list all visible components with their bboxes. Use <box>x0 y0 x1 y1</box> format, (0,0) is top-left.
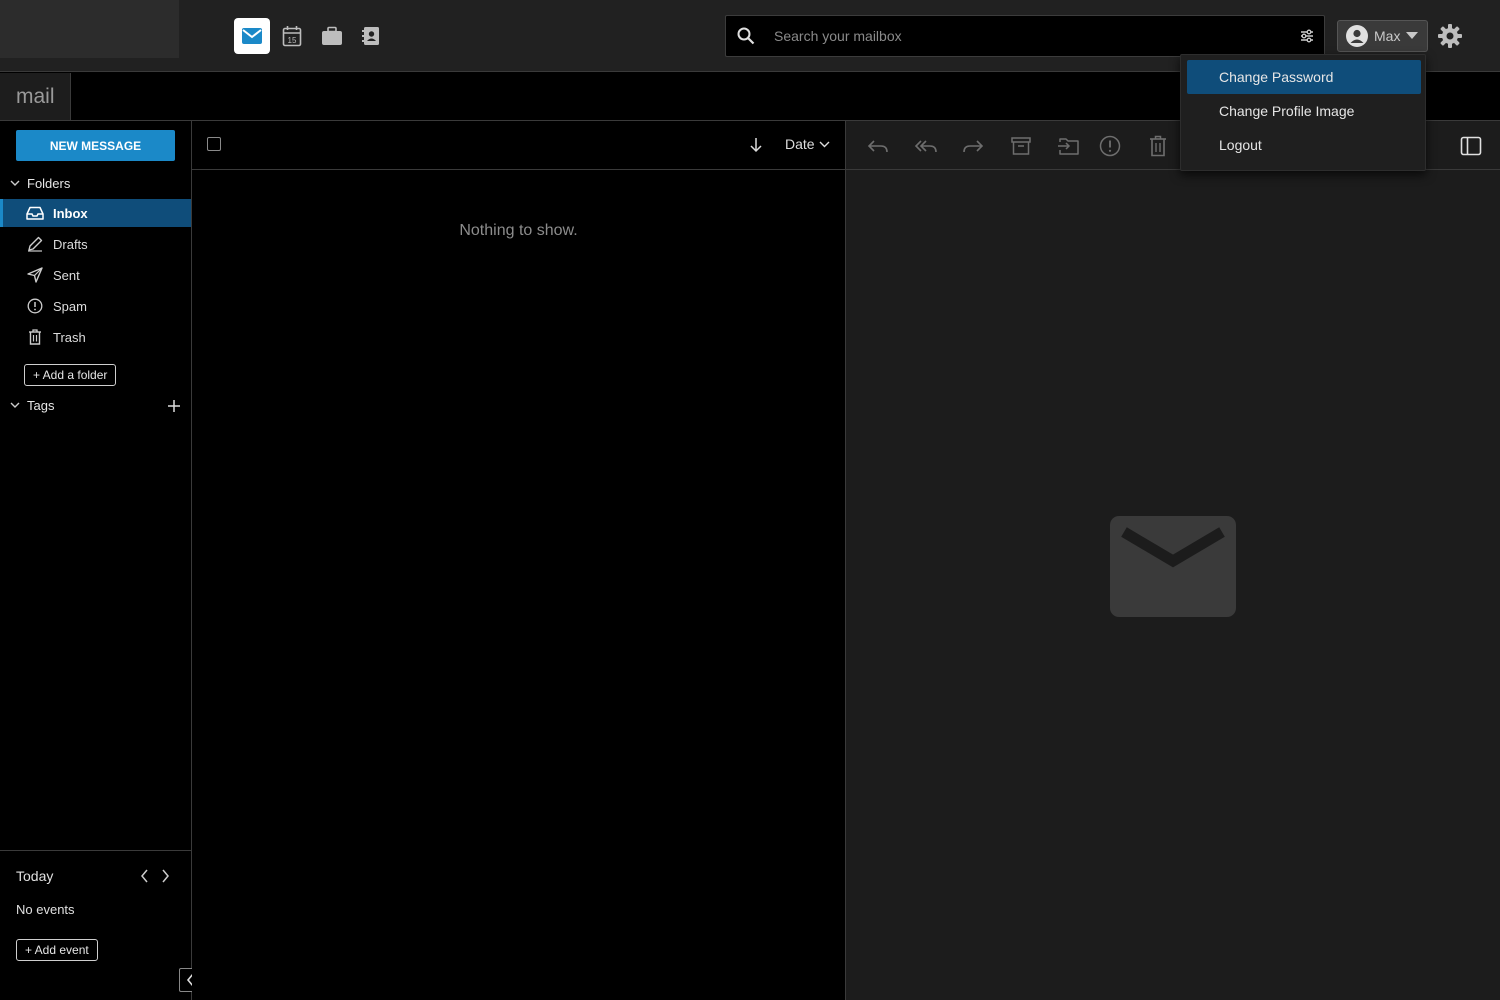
alert-circle-icon <box>1099 135 1121 157</box>
chevron-right-icon[interactable] <box>160 869 170 883</box>
mail-app: 15 Max <box>0 0 1500 1000</box>
avatar-icon <box>1346 25 1368 47</box>
new-message-button[interactable]: NEW MESSAGE <box>16 130 175 161</box>
add-folder-button[interactable]: + Add a folder <box>24 364 117 386</box>
menu-item-change-profile-image[interactable]: Change Profile Image <box>1187 94 1421 128</box>
caret-down-icon <box>1406 32 1419 39</box>
move-to-folder-button[interactable] <box>1056 133 1082 159</box>
reply-all-button[interactable] <box>913 133 939 159</box>
briefcase-icon <box>322 26 342 45</box>
tags-label: Tags <box>27 397 55 413</box>
folder-inbox[interactable]: Inbox <box>0 199 191 227</box>
message-list-pane: Date Nothing to show. <box>192 121 846 1000</box>
menu-item-logout[interactable]: Logout <box>1187 128 1421 162</box>
chevron-down-icon <box>10 402 20 408</box>
select-all-checkbox[interactable] <box>207 137 221 151</box>
calendar-icon-day: 15 <box>288 36 297 45</box>
folder-trash[interactable]: Trash <box>0 323 191 351</box>
archive-button[interactable] <box>1008 133 1034 159</box>
folder-label: Sent <box>53 267 80 283</box>
pencil-icon <box>28 236 43 252</box>
forward-button[interactable] <box>960 133 986 159</box>
chevron-down-icon <box>10 180 20 186</box>
alert-circle-icon <box>27 298 43 314</box>
reply-all-icon <box>914 140 937 153</box>
menu-item-change-password[interactable]: Change Password <box>1187 60 1421 94</box>
contacts-app-button[interactable] <box>353 18 389 54</box>
delete-button[interactable] <box>1145 133 1171 159</box>
calendar-today-label: Today <box>16 868 54 884</box>
folder-label: Trash <box>53 329 86 345</box>
search-input[interactable] <box>774 24 1274 48</box>
calendar-widget: Today No events + Add event <box>0 850 191 1000</box>
no-events-text: No events <box>16 902 75 917</box>
empty-list-message: Nothing to show. <box>459 222 578 239</box>
trash-icon <box>1150 135 1166 157</box>
toggle-layout-button[interactable] <box>1458 133 1484 159</box>
folders-section-toggle[interactable]: Folders <box>10 173 70 193</box>
folder-label: Drafts <box>53 236 88 252</box>
layout-panel-icon <box>1460 136 1482 156</box>
contacts-icon <box>362 27 379 45</box>
add-event-button[interactable]: + Add event <box>16 939 98 961</box>
search-icon[interactable] <box>736 26 756 46</box>
user-name: Max <box>1374 28 1401 44</box>
arrow-down-icon[interactable] <box>749 137 763 153</box>
move-to-folder-icon <box>1058 138 1079 155</box>
inbox-icon <box>26 206 44 220</box>
search-box <box>725 15 1325 57</box>
chevron-down-icon <box>819 141 830 147</box>
folders-label: Folders <box>27 175 71 191</box>
mail-app-button[interactable] <box>234 18 270 54</box>
envelope-glyph <box>1121 527 1225 568</box>
tags-section-toggle[interactable]: Tags <box>10 395 54 415</box>
user-menu-button[interactable]: Max <box>1337 20 1428 52</box>
chevron-left-icon[interactable] <box>140 869 150 883</box>
reading-pane <box>846 121 1500 1000</box>
forward-icon <box>963 140 984 153</box>
send-icon <box>27 267 43 283</box>
sidebar: NEW MESSAGE Folders Inbox Drafts Sent Sp… <box>0 121 192 1000</box>
message-list-toolbar: Date <box>192 121 845 170</box>
archive-icon <box>1011 137 1031 155</box>
envelope-placeholder-icon <box>1110 516 1236 617</box>
mail-icon <box>242 28 262 44</box>
reply-button[interactable] <box>865 133 891 159</box>
trash-icon <box>29 329 41 345</box>
gear-icon[interactable] <box>1437 23 1463 49</box>
calendar-app-button[interactable]: 15 <box>274 18 310 54</box>
logo-area <box>0 0 179 58</box>
calendar-icon: 15 <box>282 26 302 47</box>
mark-spam-button[interactable] <box>1097 133 1123 159</box>
folder-spam[interactable]: Spam <box>0 292 191 320</box>
folder-drafts[interactable]: Drafts <box>0 230 191 258</box>
sort-by-dropdown[interactable]: Date <box>785 136 830 152</box>
filter-options-icon[interactable] <box>1300 29 1314 43</box>
sort-by-label: Date <box>785 136 815 152</box>
user-dropdown-menu: Change Password Change Profile Image Log… <box>1180 54 1426 171</box>
tasks-app-button[interactable] <box>314 18 350 54</box>
folder-sent[interactable]: Sent <box>0 261 191 289</box>
module-title: mail <box>0 73 71 120</box>
folder-label: Inbox <box>53 205 88 221</box>
folder-label: Spam <box>53 298 87 314</box>
reply-icon <box>867 140 888 153</box>
add-tag-plus-icon[interactable] <box>166 398 182 414</box>
